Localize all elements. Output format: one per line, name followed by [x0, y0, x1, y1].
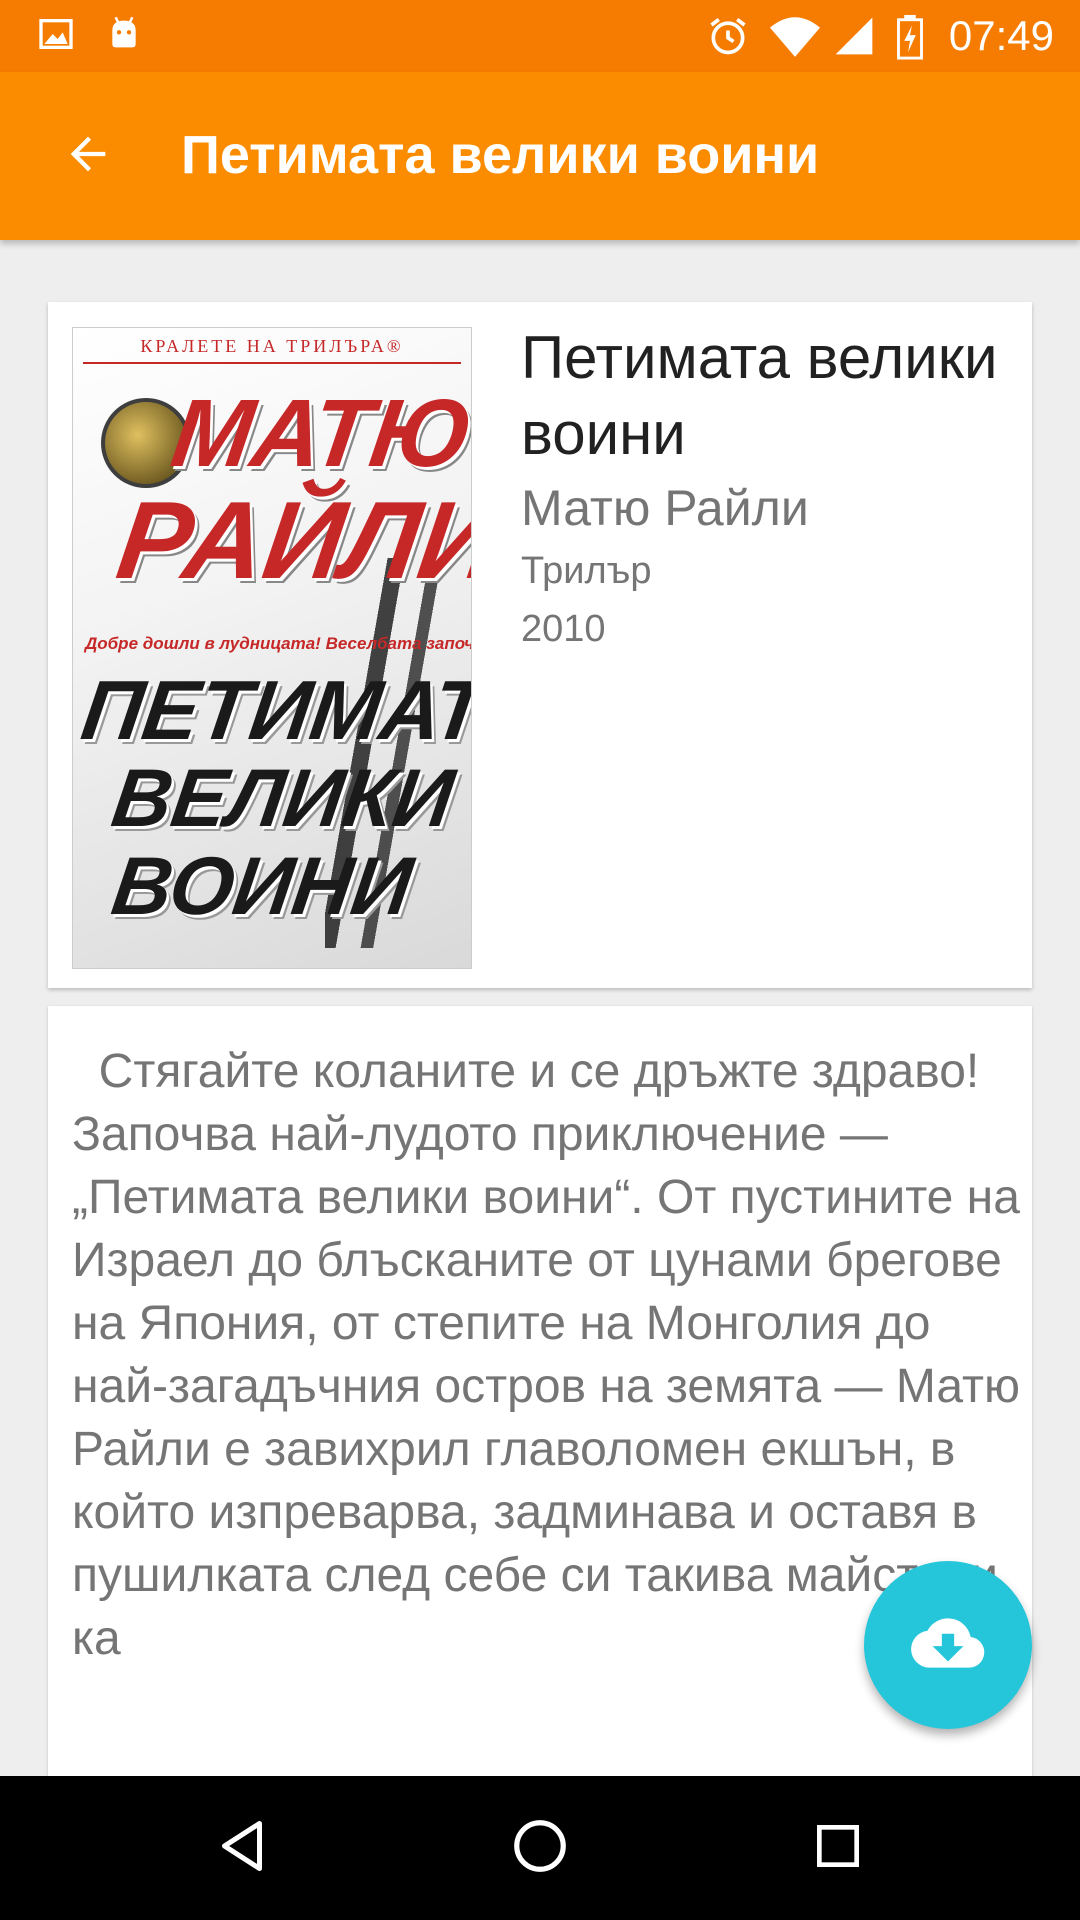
recents-square-icon — [810, 1818, 866, 1879]
cover-author-last-name: РАЙЛИ — [110, 479, 472, 602]
nav-recents-button[interactable] — [790, 1800, 886, 1896]
cover-series-label: КРАЛЕТЕ НА ТРИЛЪРА® — [140, 336, 404, 356]
cloud-download-icon — [911, 1606, 985, 1685]
status-bar: 07:49 — [0, 0, 1080, 72]
arrow-back-icon — [62, 128, 114, 185]
book-genre: Трилър — [521, 550, 652, 592]
app-bar: Петимата велики воини — [0, 72, 1080, 240]
book-description: Стягайте коланите и се дръжте здраво! За… — [72, 1045, 1021, 1665]
image-icon — [36, 14, 76, 59]
cover-title-line-3: ВОИНИ — [106, 841, 418, 932]
cover-title-line-2: ВЕЛИКИ — [106, 753, 460, 844]
book-details-content[interactable]: КРАЛЕТЕ НА ТРИЛЪРА® МАТЮ РАЙЛИ Добре дош… — [0, 240, 1080, 1776]
system-nav-bar — [0, 1776, 1080, 1920]
home-circle-icon — [509, 1815, 571, 1882]
cover-series-divider — [83, 362, 461, 364]
wifi-icon — [770, 14, 820, 63]
app-bar-title: Петимата велики воини — [181, 125, 820, 185]
back-button[interactable] — [44, 112, 132, 200]
book-year: 2010 — [521, 608, 606, 650]
book-title: Петимата велики воини — [521, 324, 998, 467]
cover-title-line-1: ПЕТИМАТА — [76, 663, 472, 757]
status-time: 07:49 — [948, 12, 1054, 59]
book-author: Матю Райли — [521, 480, 809, 536]
back-triangle-icon — [212, 1816, 272, 1881]
nav-home-button[interactable] — [492, 1800, 588, 1896]
nav-back-button[interactable] — [194, 1800, 290, 1896]
signal-icon — [832, 14, 876, 63]
book-info: Петимата велики воини Матю Райли Трилър … — [521, 320, 1011, 658]
battery-charging-icon — [896, 14, 924, 65]
cover-tagline: Добре дошли в лудницата! Веселбата започ… — [85, 634, 472, 653]
android-icon — [104, 14, 144, 59]
download-button[interactable] — [864, 1561, 1032, 1729]
alarm-icon — [706, 14, 750, 63]
book-cover-image[interactable]: КРАЛЕТЕ НА ТРИЛЪРА® МАТЮ РАЙЛИ Добре дош… — [72, 327, 472, 969]
book-header-card: КРАЛЕТЕ НА ТРИЛЪРА® МАТЮ РАЙЛИ Добре дош… — [48, 302, 1032, 988]
cover-author-first-name: МАТЮ — [165, 380, 472, 487]
